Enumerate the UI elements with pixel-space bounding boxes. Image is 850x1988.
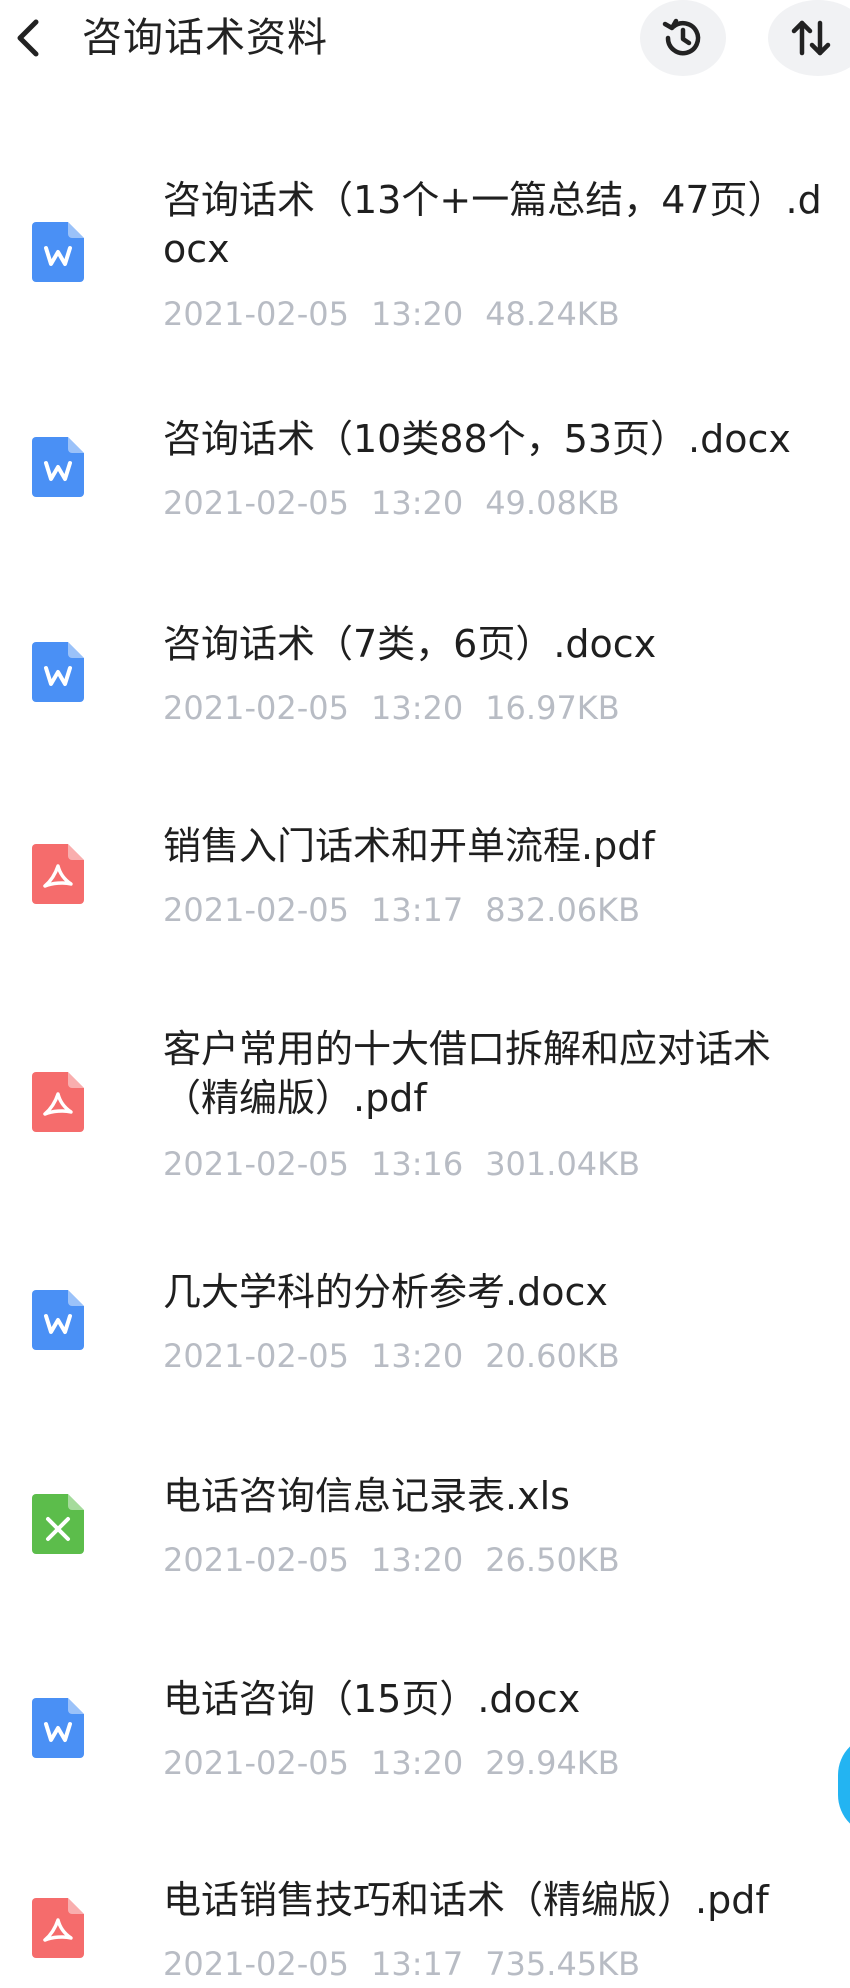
file-meta: 2021-02-05 13:20 26.50KB <box>163 1540 642 1580</box>
word-file-icon <box>30 1696 86 1760</box>
file-time: 13:20 <box>370 484 464 522</box>
file-meta: 2021-02-05 13:17 735.45KB <box>163 1944 662 1984</box>
file-name: 销售入门话术和开单流程.pdf <box>163 824 655 868</box>
file-meta: 2021-02-05 13:20 48.24KB <box>163 294 642 334</box>
file-time: 13:20 <box>370 1541 464 1579</box>
back-button[interactable] <box>8 12 52 64</box>
file-time: 13:20 <box>370 1337 464 1375</box>
file-size: 16.97KB <box>485 689 620 727</box>
word-file-icon <box>30 640 86 704</box>
file-date: 2021-02-05 <box>163 891 349 929</box>
file-size: 301.04KB <box>485 1145 641 1183</box>
file-meta: 2021-02-05 13:20 29.94KB <box>163 1743 642 1783</box>
sort-button[interactable] <box>768 0 850 76</box>
file-date: 2021-02-05 <box>163 689 349 727</box>
file-name: 咨询话术（7类，6页）.docx <box>163 622 657 666</box>
file-size: 735.45KB <box>485 1945 641 1983</box>
file-meta: 2021-02-05 13:17 832.06KB <box>163 890 662 930</box>
chevron-left-icon <box>17 19 39 57</box>
file-name: 电话咨询（15页）.docx <box>163 1677 581 1721</box>
history-button[interactable] <box>640 0 726 76</box>
file-size: 49.08KB <box>485 484 620 522</box>
file-name: 几大学科的分析参考.docx <box>163 1270 608 1314</box>
file-time: 13:20 <box>370 295 464 333</box>
file-name: 咨询话术（13个+一篇总结，47页）.docx <box>163 178 822 271</box>
file-time: 13:16 <box>370 1145 464 1183</box>
file-time: 13:17 <box>370 1945 464 1983</box>
pdf-file-icon <box>30 842 86 906</box>
file-date: 2021-02-05 <box>163 1145 349 1183</box>
word-file-icon <box>30 220 86 284</box>
floating-action-button[interactable] <box>838 1735 850 1835</box>
file-meta: 2021-02-05 13:20 16.97KB <box>163 688 642 728</box>
top-bar: 咨询话术资料 <box>0 0 850 80</box>
sort-arrows-icon <box>791 20 831 56</box>
history-icon <box>662 18 701 56</box>
word-file-icon <box>30 435 86 499</box>
file-time: 13:17 <box>370 891 464 929</box>
file-date: 2021-02-05 <box>163 1744 349 1782</box>
file-meta: 2021-02-05 13:20 20.60KB <box>163 1336 642 1376</box>
file-time: 13:20 <box>370 689 464 727</box>
pdf-file-icon <box>30 1070 86 1134</box>
file-meta: 2021-02-05 13:16 301.04KB <box>163 1144 662 1184</box>
file-size: 20.60KB <box>485 1337 620 1375</box>
file-date: 2021-02-05 <box>163 484 349 522</box>
file-name: 咨询话术（10类88个，53页）.docx <box>163 417 791 461</box>
file-time: 13:20 <box>370 1744 464 1782</box>
file-date: 2021-02-05 <box>163 1541 349 1579</box>
file-meta: 2021-02-05 13:20 49.08KB <box>163 483 642 523</box>
file-name: 客户常用的十大借口拆解和应对话术（精编版）.pdf <box>163 1027 772 1120</box>
file-size: 29.94KB <box>485 1744 620 1782</box>
file-size: 48.24KB <box>485 295 620 333</box>
file-name: 电话咨询信息记录表.xls <box>163 1474 570 1518</box>
file-name: 电话销售技巧和话术（精编版）.pdf <box>163 1878 769 1922</box>
page-title: 咨询话术资料 <box>82 15 328 61</box>
excel-file-icon <box>30 1492 86 1556</box>
file-date: 2021-02-05 <box>163 1945 349 1983</box>
file-date: 2021-02-05 <box>163 1337 349 1375</box>
file-size: 26.50KB <box>485 1541 620 1579</box>
pdf-file-icon <box>30 1896 86 1960</box>
word-file-icon <box>30 1288 86 1352</box>
file-date: 2021-02-05 <box>163 295 349 333</box>
file-size: 832.06KB <box>485 891 641 929</box>
